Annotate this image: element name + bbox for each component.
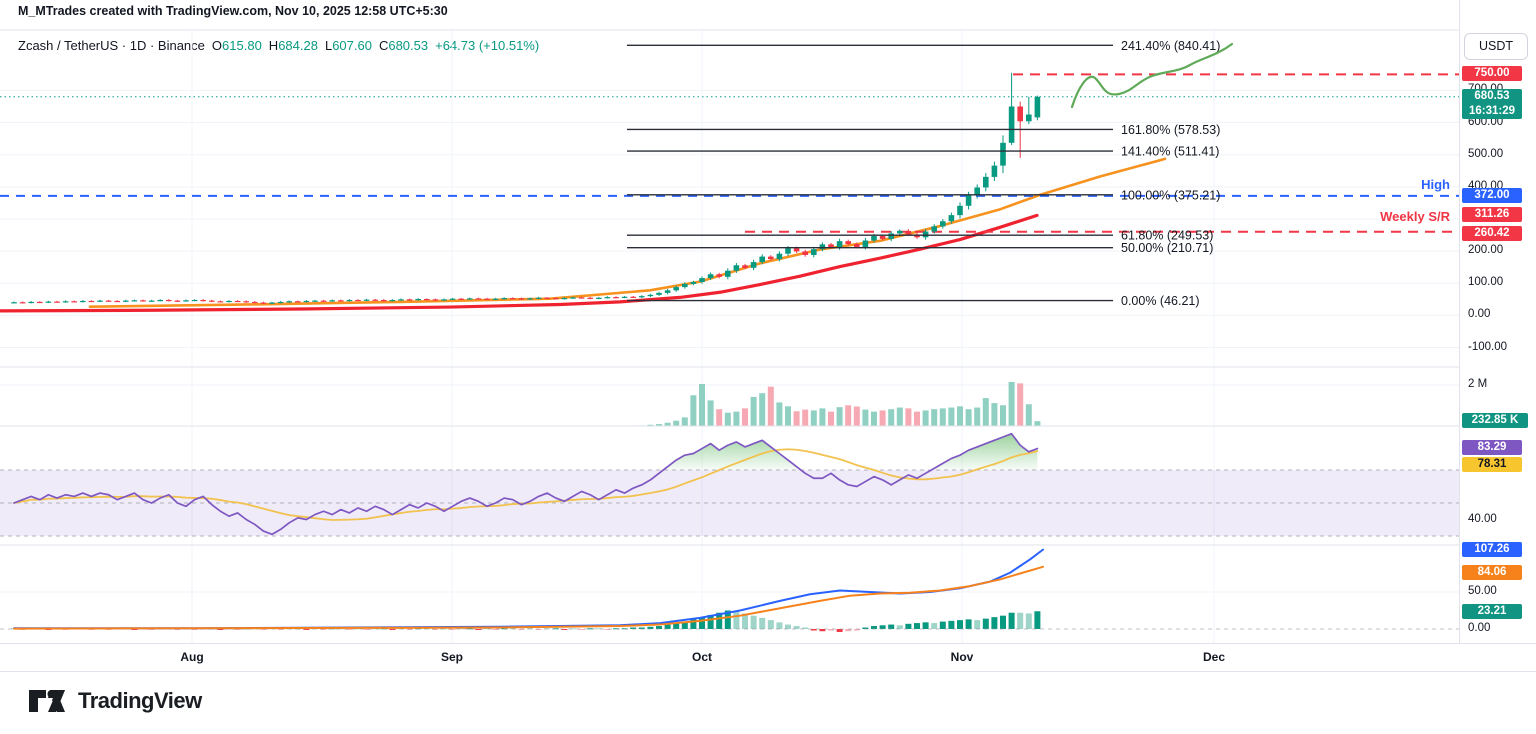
axis-label-chip: 260.42 xyxy=(1462,226,1522,241)
fib-level-label: 241.40% (840.41) xyxy=(1121,39,1220,53)
axis-label-chip: 107.26 xyxy=(1462,542,1522,557)
axis-label-chip: 84.06 xyxy=(1462,565,1522,580)
fib-level-label: 161.80% (578.53) xyxy=(1121,123,1220,137)
month-label: Sep xyxy=(441,650,463,664)
fib-level-label: 0.00% (46.21) xyxy=(1121,294,1200,308)
axis-tick: -100.00 xyxy=(1468,341,1507,353)
axis-label-chip: 232.85 K xyxy=(1462,413,1528,428)
tradingview-chart-window: M_MTrades created with TradingView.com, … xyxy=(0,0,1536,734)
month-label: Dec xyxy=(1203,650,1225,664)
orange-ma-line xyxy=(90,159,1165,307)
brand-text: TradingView xyxy=(78,688,202,714)
fib-level-label: 100.00% (375.21) xyxy=(1121,188,1220,202)
tradingview-branding[interactable]: TradingView xyxy=(28,684,202,718)
high-line-label: High xyxy=(1355,177,1450,192)
axis-tick: 0.00 xyxy=(1468,622,1490,634)
fib-retracement: 241.40% (840.41) 161.80% (578.53) 141.40% … xyxy=(627,39,1220,308)
indicator-blue-line xyxy=(14,550,1043,629)
fib-level-label: 141.40% (511.41) xyxy=(1121,145,1219,159)
axis-label-chip: 83.29 xyxy=(1462,440,1522,455)
chart-canvas[interactable]: 241.40% (840.41) 161.80% (578.53) 141.40% … xyxy=(0,0,1459,643)
weekly-sr-curve xyxy=(0,215,1037,311)
month-label: Oct xyxy=(692,650,712,664)
axis-tick: 40.00 xyxy=(1468,513,1497,525)
last-update-time: 16:31:29 xyxy=(1462,104,1522,119)
axis-tick: 500.00 xyxy=(1468,148,1503,160)
axis-tick: 100.00 xyxy=(1468,276,1503,288)
axis-label-chip: 680.5316:31:29 xyxy=(1462,89,1522,119)
time-axis[interactable]: Aug Sep Oct Nov Dec xyxy=(0,643,1536,672)
axis-tick: 50.00 xyxy=(1468,585,1497,597)
volume-bars xyxy=(11,382,1040,426)
month-label: Aug xyxy=(180,650,203,664)
axis-tick: 200.00 xyxy=(1468,244,1503,256)
tradingview-logo-icon xyxy=(28,686,68,716)
axis-label-chip: 311.26 xyxy=(1462,207,1522,222)
weekly-sr-label: Weekly S/R xyxy=(1310,209,1450,224)
month-label: Nov xyxy=(951,650,974,664)
axis-tick: 0.00 xyxy=(1468,308,1490,320)
currency-button[interactable]: USDT xyxy=(1464,33,1528,60)
axis-label-chip: 78.31 xyxy=(1462,457,1522,472)
fib-level-label: 50.00% (210.71) xyxy=(1121,241,1213,255)
candlesticks xyxy=(11,73,1040,304)
indicator-orange-line xyxy=(14,567,1043,629)
axis-label-chip: 750.00 xyxy=(1462,66,1522,81)
axis-label-chip: 372.00 xyxy=(1462,188,1522,203)
brush-drawing[interactable] xyxy=(1072,44,1232,107)
price-axis[interactable]: USDT 700.00600.00500.00400.00200.00100.0… xyxy=(1459,0,1536,643)
gridlines xyxy=(0,30,1459,643)
rsi-band xyxy=(0,470,1459,536)
axis-label-chip: 23.21 xyxy=(1462,604,1522,619)
axis-tick: 2 M xyxy=(1468,378,1487,390)
